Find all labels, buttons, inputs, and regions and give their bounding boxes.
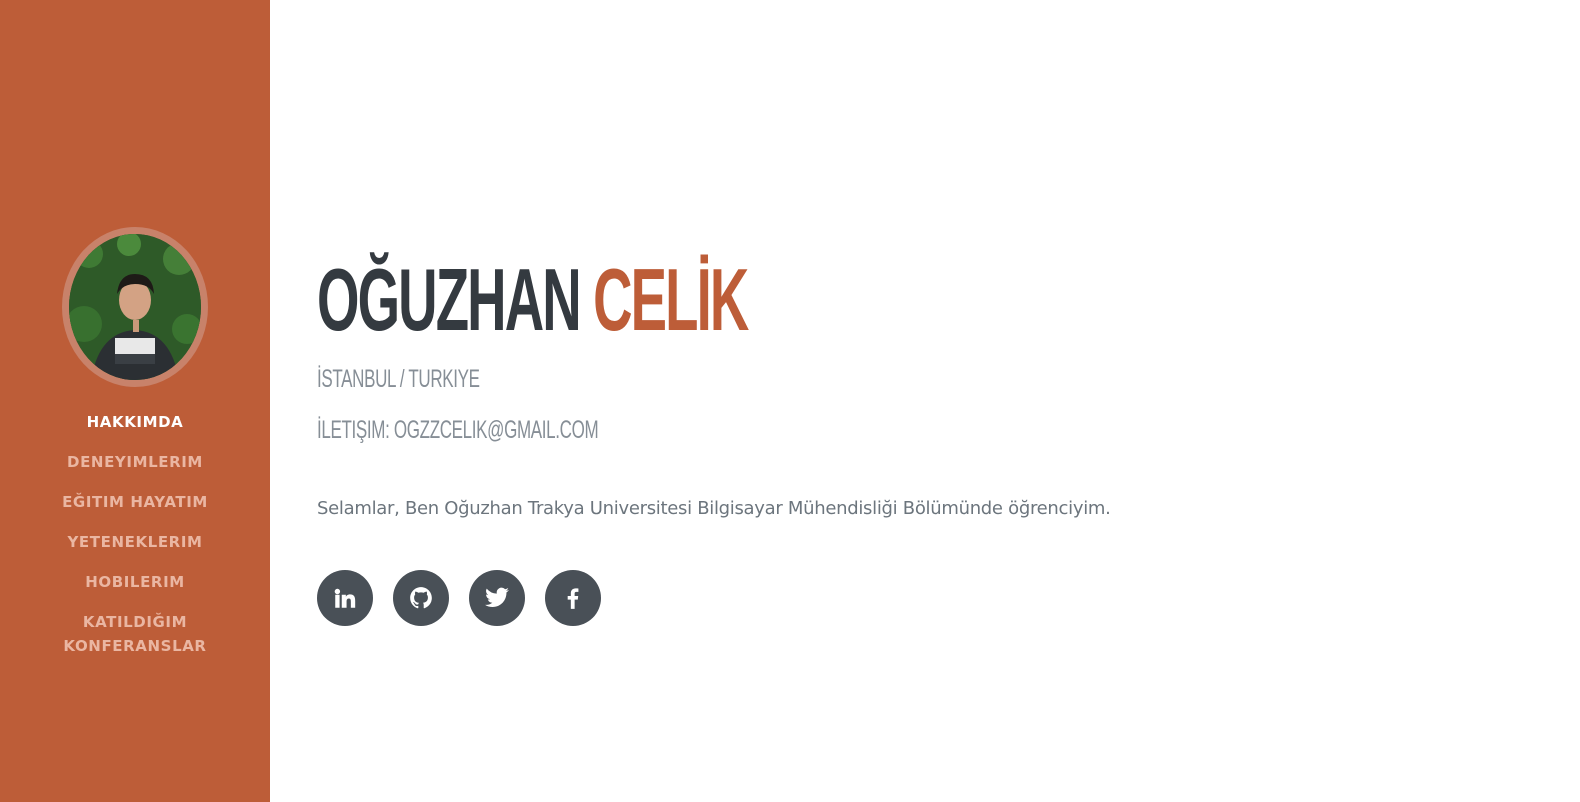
linkedin-button[interactable] [317,570,373,626]
profile-photo [69,234,201,380]
nav-item-deneyimlerim[interactable]: DENEYIMLERIM [0,450,270,474]
contact-text: İLETIŞIM: OGZZCELIK@GMAIL.COM [317,416,599,444]
nav-item-hobilerim[interactable]: HOBILERIM [0,570,270,594]
bio-text: Selamlar, Ben Oğuzhan Trakya Universites… [317,498,1111,519]
github-button[interactable] [393,570,449,626]
sidebar-nav: HAKKIMDA DENEYIMLERIM EĞITIM HAYATIM YET… [0,410,270,674]
nav-item-hakkimda[interactable]: HAKKIMDA [0,410,270,434]
nav-item-konferanslar[interactable]: KATILDIĞIM KONFERANSLAR [0,610,270,658]
facebook-icon [567,588,579,609]
social-links [317,570,601,626]
page-title: OĞUZHAN CELİK [317,250,749,349]
last-name: CELİK [593,250,749,349]
facebook-button[interactable] [545,570,601,626]
nav-item-egitim-hayatim[interactable]: EĞITIM HAYATIM [0,490,270,514]
avatar [62,227,208,387]
twitter-button[interactable] [469,570,525,626]
sidebar: HAKKIMDA DENEYIMLERIM EĞITIM HAYATIM YET… [0,0,270,802]
linkedin-icon [334,588,356,608]
about-section: OĞUZHAN CELİK İSTANBUL / TURKIYE İLETIŞI… [317,0,1580,802]
first-name: OĞUZHAN [317,250,582,349]
location-text: İSTANBUL / TURKIYE [317,365,480,393]
nav-item-yeteneklerim[interactable]: YETENEKLERIM [0,530,270,554]
twitter-icon [485,587,509,607]
github-icon [410,587,432,609]
